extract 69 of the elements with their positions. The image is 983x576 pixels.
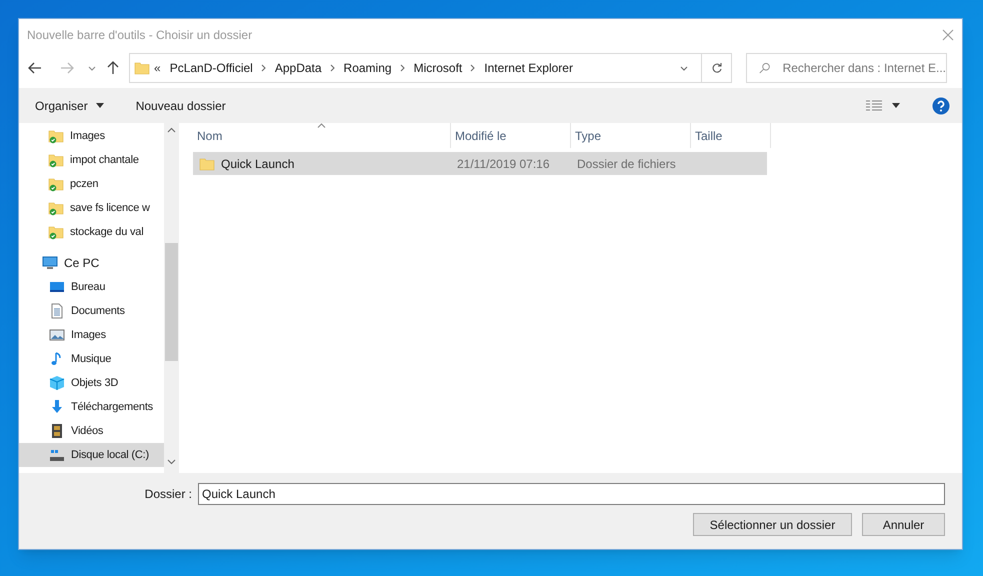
sidebar-item[interactable]: impot chantale xyxy=(19,148,164,172)
file-row[interactable]: Quick Launch 21/11/2019 07:16 Dossier de fichiers xyxy=(193,152,767,175)
folder-icon xyxy=(199,156,215,172)
file-type: Dossier de fichiers xyxy=(576,156,677,172)
breadcrumb[interactable]: PcLanD-Officiel xyxy=(170,59,253,77)
synced-folder-icon xyxy=(48,128,64,144)
overflow-chevron[interactable]: « xyxy=(154,59,161,77)
chevron-right-icon xyxy=(398,64,407,72)
cube-icon xyxy=(49,375,65,391)
drive-icon xyxy=(49,447,65,463)
desktop-icon xyxy=(49,279,65,295)
sidebar-item[interactable]: Téléchargements xyxy=(19,395,164,419)
sidebar-item[interactable]: Objets 3D xyxy=(19,371,164,395)
sidebar-item[interactable]: Images xyxy=(19,124,164,148)
column-header[interactable]: Taille xyxy=(695,126,722,144)
synced-folder-icon xyxy=(48,176,64,192)
chevron-right-icon xyxy=(469,64,478,72)
synced-folder-icon xyxy=(48,200,64,216)
back-arrow-icon[interactable] xyxy=(27,60,43,76)
sidebar-item[interactable]: Vidéos xyxy=(19,419,164,443)
sidebar-item[interactable]: Disque local (C:) xyxy=(19,443,164,467)
organize-menu[interactable]: Organiser xyxy=(27,96,112,114)
help-icon[interactable] xyxy=(932,96,950,114)
sidebar-item[interactable]: stockage du val xyxy=(19,220,164,244)
sidebar-item[interactable]: Ce PC xyxy=(19,251,164,275)
select-folder-button[interactable]: Sélectionner un dossier xyxy=(693,513,852,536)
breadcrumb[interactable]: Internet Explorer xyxy=(484,59,573,77)
film-icon xyxy=(49,423,65,439)
document-icon xyxy=(49,303,65,319)
chevron-right-icon xyxy=(328,64,337,72)
breadcrumb[interactable]: Microsoft xyxy=(414,59,462,77)
sidebar-item[interactable]: Musique xyxy=(19,347,164,371)
view-options-icon[interactable] xyxy=(866,100,884,112)
scroll-up-icon[interactable] xyxy=(167,127,176,133)
close-icon[interactable] xyxy=(942,28,954,40)
sidebar-item[interactable]: Bureau xyxy=(19,275,164,299)
search-field[interactable]: Rechercher dans : Internet E... xyxy=(746,53,947,83)
sidebar-item[interactable]: save fs licence w xyxy=(19,196,164,220)
column-header[interactable]: Nom xyxy=(197,126,222,144)
monitor-icon xyxy=(42,255,58,271)
folder-icon xyxy=(134,60,150,76)
sidebar-item[interactable]: Documents xyxy=(19,299,164,323)
cancel-button[interactable]: Annuler xyxy=(862,513,945,536)
caret-icon[interactable] xyxy=(892,103,900,108)
breadcrumb[interactable]: AppData xyxy=(274,59,322,77)
chevron-right-icon xyxy=(260,64,268,72)
column-header[interactable]: Type xyxy=(575,126,602,144)
sidebar-item[interactable]: pczen xyxy=(19,172,164,196)
sidebar-item[interactable]: Images xyxy=(19,323,164,347)
scroll-down-icon[interactable] xyxy=(167,459,176,465)
file-name: Quick Launch xyxy=(221,156,294,172)
refresh-icon[interactable] xyxy=(710,62,722,74)
scroll-thumb[interactable] xyxy=(165,243,178,361)
new-folder-button[interactable]: Nouveau dossier xyxy=(128,96,234,114)
breadcrumb[interactable]: Roaming xyxy=(344,59,392,77)
caret-icon xyxy=(96,103,104,108)
sort-caret-icon xyxy=(317,123,326,128)
synced-folder-icon xyxy=(48,152,64,168)
folder-input[interactable]: Quick Launch xyxy=(198,483,945,505)
column-header[interactable]: Modifié le xyxy=(455,126,506,144)
window-title: Nouvelle barre d'outils - Choisir un dossier xyxy=(27,26,254,44)
search-icon xyxy=(759,61,771,75)
down-arrow-icon xyxy=(49,399,65,415)
picture-icon xyxy=(49,327,65,343)
up-arrow-icon[interactable] xyxy=(105,60,121,76)
address-bar[interactable]: « PcLanD-Officiel AppData Roaming Microsoft Internet Explorer xyxy=(129,53,732,83)
modified-date: 21/11/2019 07:16 xyxy=(456,156,551,172)
folder-label: Dossier : xyxy=(144,486,192,503)
synced-folder-icon xyxy=(48,224,64,240)
